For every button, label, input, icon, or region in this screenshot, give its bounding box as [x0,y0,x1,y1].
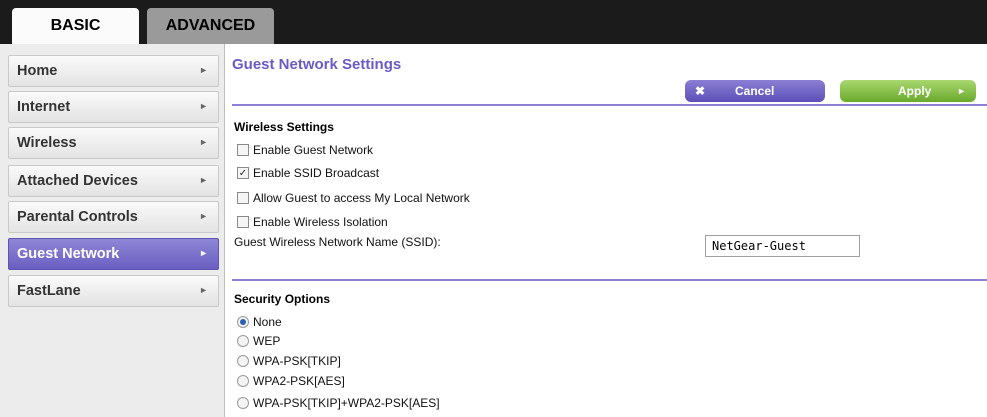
chevron-right-icon: ► [199,175,208,185]
sidebar-item-parental-controls[interactable]: Parental Controls ► [8,201,219,233]
sidebar-item-label: Internet [17,99,71,115]
sidebar-item-label: Attached Devices [17,173,138,189]
ssid-input[interactable] [705,235,860,257]
enable-ssid-broadcast-row[interactable]: ✓ Enable SSID Broadcast [237,165,379,181]
section-divider [232,279,987,281]
chevron-right-icon: ► [199,137,208,147]
sidebar-item-attached-devices[interactable]: Attached Devices ► [8,165,219,197]
apply-button-label: Apply [898,84,932,98]
sidebar-item-label: Wireless [17,135,77,151]
allow-local-access-row[interactable]: Allow Guest to access My Local Network [237,190,470,206]
security-options-heading: Security Options [234,292,331,306]
sidebar-item-guest-network[interactable]: Guest Network ► [8,238,219,270]
enable-wireless-isolation-row[interactable]: Enable Wireless Isolation [237,214,388,230]
sidebar-item-label: FastLane [17,283,81,299]
wireless-settings-heading: Wireless Settings [234,120,334,134]
top-tab-bar: BASIC ADVANCED [0,0,987,44]
sidebar-item-wireless[interactable]: Wireless ► [8,127,219,159]
tab-basic[interactable]: BASIC [12,8,139,44]
sidebar-item-home[interactable]: Home ► [8,55,219,87]
ssid-label: Guest Wireless Network Name (SSID): [234,235,441,249]
tab-advanced[interactable]: ADVANCED [147,8,274,44]
checkbox-label: Allow Guest to access My Local Network [253,191,470,205]
radio-label: WPA-PSK[TKIP]+WPA2-PSK[AES] [253,396,440,410]
radio-wep[interactable] [237,335,249,347]
security-option-none[interactable]: None [237,314,282,330]
radio-wpa-tkip[interactable] [237,355,249,367]
sidebar-item-label: Parental Controls [17,209,138,225]
enable-guest-network-row[interactable]: Enable Guest Network [237,142,373,158]
chevron-right-icon: ► [199,248,208,258]
enable-guest-network-checkbox[interactable] [237,144,249,156]
header-divider [232,104,987,106]
radio-wpa-wpa2-mixed[interactable] [237,397,249,409]
cancel-button-label: Cancel [735,84,775,98]
chevron-right-icon: ► [199,285,208,295]
chevron-right-icon: ► [957,86,966,96]
cancel-button[interactable]: ✖ Cancel [685,80,825,102]
checkbox-label: Enable Guest Network [253,143,374,157]
radio-label: WPA2-PSK[AES] [253,374,345,388]
chevron-right-icon: ► [199,211,208,221]
radio-none[interactable] [237,316,249,328]
checkbox-label: Enable SSID Broadcast [253,166,380,180]
checkbox-label: Enable Wireless Isolation [253,215,388,229]
chevron-right-icon: ► [199,101,208,111]
radio-label: WPA-PSK[TKIP] [253,354,341,368]
apply-button[interactable]: Apply ► [840,80,976,102]
security-option-wpa2-aes[interactable]: WPA2-PSK[AES] [237,373,345,389]
enable-ssid-broadcast-checkbox[interactable]: ✓ [237,167,249,179]
chevron-right-icon: ► [199,65,208,75]
radio-wpa2-aes[interactable] [237,375,249,387]
allow-local-access-checkbox[interactable] [237,192,249,204]
page-title: Guest Network Settings [232,56,402,73]
sidebar-item-label: Guest Network [17,246,120,262]
sidebar-item-label: Home [17,63,58,79]
radio-label: WEP [253,334,281,348]
sidebar-item-fastlane[interactable]: FastLane ► [8,275,219,307]
security-option-wpa-tkip[interactable]: WPA-PSK[TKIP] [237,353,341,369]
enable-wireless-isolation-checkbox[interactable] [237,216,249,228]
security-option-wep[interactable]: WEP [237,333,280,349]
radio-label: None [253,315,282,329]
security-option-wpa-wpa2-mixed[interactable]: WPA-PSK[TKIP]+WPA2-PSK[AES] [237,395,440,411]
sidebar-item-internet[interactable]: Internet ► [8,91,219,123]
close-icon: ✖ [695,84,706,98]
